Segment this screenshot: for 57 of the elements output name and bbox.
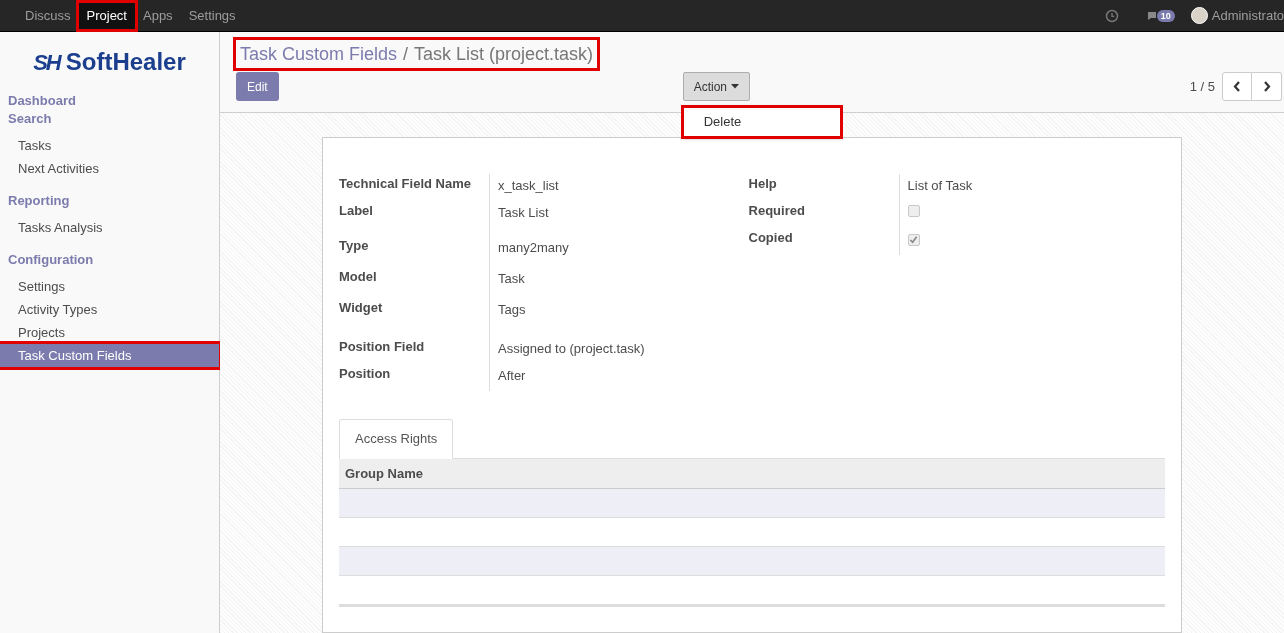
sidebar-heading[interactable]: Dashboard: [0, 92, 219, 110]
avatar[interactable]: [1190, 7, 1208, 24]
sidebar-item[interactable]: Projects: [8, 321, 211, 344]
caret-icon: [731, 84, 740, 89]
sidebar-item[interactable]: Settings: [8, 275, 211, 298]
dropdown-item[interactable]: Delete: [683, 108, 840, 136]
logo-mark: SH: [33, 48, 60, 77]
field-value: After: [498, 368, 526, 383]
sidebar-item[interactable]: Tasks: [8, 134, 211, 157]
chevron-right-icon: [1262, 81, 1271, 92]
column-header[interactable]: Group Name: [345, 463, 423, 484]
field-label: Required: [748, 203, 805, 218]
field-value: Assigned to (project.task): [498, 341, 645, 356]
pager-value: 1 / 5: [1189, 77, 1215, 96]
field-value: many2many: [498, 240, 569, 255]
field-value: Task List: [498, 205, 549, 220]
tab[interactable]: Access Rights: [339, 419, 454, 459]
field-label: Label: [339, 203, 373, 218]
sidebar-item[interactable]: Tasks Analysis: [8, 216, 211, 239]
user-name[interactable]: Administrato: [1211, 5, 1284, 26]
menu-item[interactable]: Settings: [180, 2, 244, 29]
sidebar-item[interactable]: Task Custom Fields: [0, 344, 219, 367]
chevron-left-icon: [1233, 81, 1241, 92]
checkmark-icon: [909, 235, 919, 244]
field-label: Model: [339, 269, 377, 284]
field-label: Widget: [339, 300, 383, 315]
logo-text: SoftHealer: [65, 47, 186, 77]
clock-icon[interactable]: [1104, 8, 1119, 23]
field-value: List of Task: [907, 178, 973, 193]
sidebar-item[interactable]: Next Activities: [8, 157, 211, 180]
message-count-badge: 10: [1156, 9, 1175, 22]
action-button[interactable]: Action: [682, 72, 751, 101]
previous-button[interactable]: [1222, 72, 1252, 101]
sidebar-heading[interactable]: Configuration: [0, 251, 219, 269]
menu-item[interactable]: Project: [78, 2, 135, 29]
field-label: Copied: [748, 230, 793, 245]
edit-button[interactable]: Edit: [236, 72, 279, 101]
next-button[interactable]: [1252, 72, 1282, 101]
breadcrumb-link[interactable]: Task Custom Fields: [240, 40, 398, 68]
checkbox[interactable]: [907, 205, 920, 217]
sidebar-heading[interactable]: Search: [0, 110, 219, 128]
field-label: Type: [339, 238, 369, 253]
field-value: Tags: [498, 302, 526, 317]
field-label: Technical Field Name: [339, 176, 471, 191]
breadcrumb-separator: /: [403, 42, 409, 66]
menu-item[interactable]: Discuss: [17, 2, 79, 29]
chat-bubble-icon[interactable]: [1146, 10, 1157, 21]
field-label: Position Field: [339, 339, 425, 354]
sidebar-item[interactable]: Activity Types: [8, 298, 211, 321]
checkbox[interactable]: [907, 233, 920, 246]
breadcrumb-current: Task List (project.task): [414, 42, 594, 66]
field-label: Position: [339, 366, 391, 381]
field-value: Task: [498, 271, 525, 286]
field-label: Help: [748, 176, 777, 191]
sidebar-heading[interactable]: Reporting: [0, 192, 219, 210]
menu-item[interactable]: Apps: [135, 2, 181, 29]
field-value: x_task_list: [498, 178, 559, 193]
